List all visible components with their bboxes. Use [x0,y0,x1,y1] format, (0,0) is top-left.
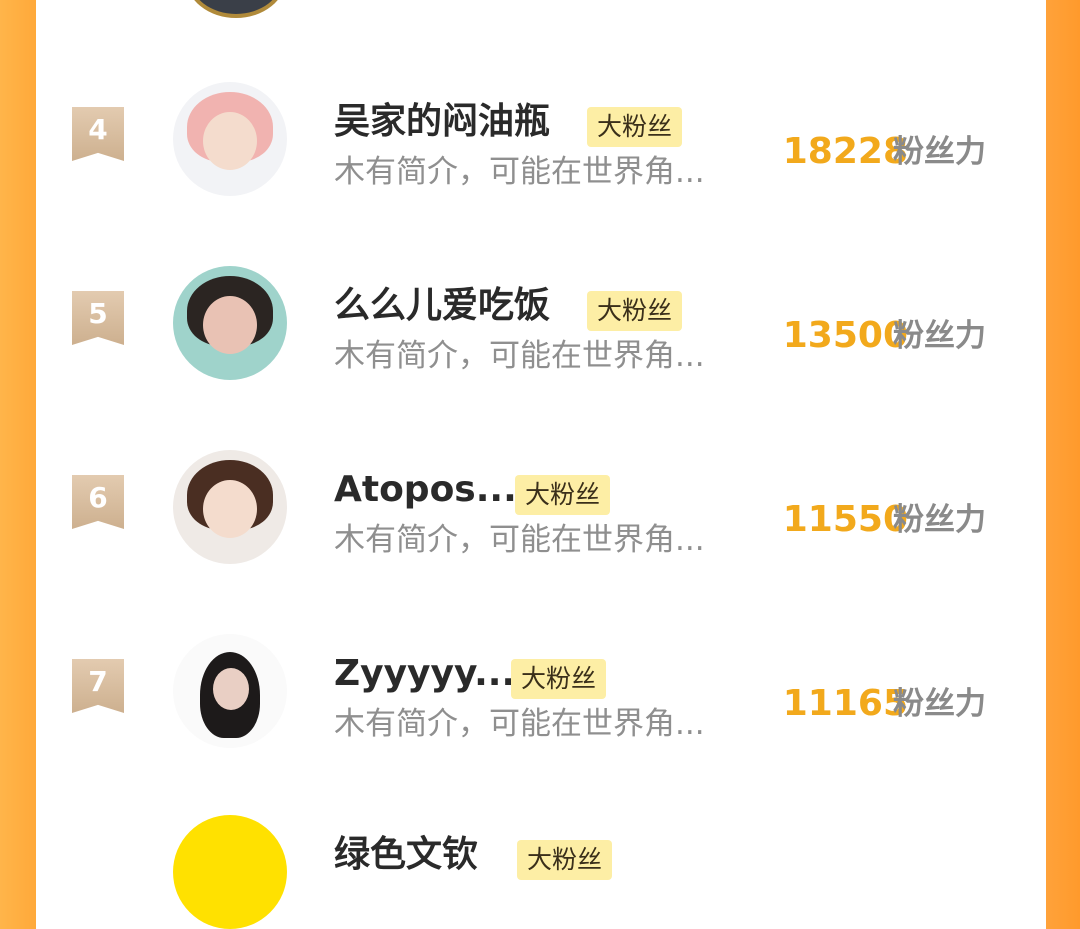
fan-ranking-list: 4 吴家的闷油瓶 大粉丝 木有简介，可能在世界角... 18228 粉丝力 5 … [36,0,1046,929]
fan-level-badge: 大粉丝 [587,291,683,331]
fan-power-unit: 粉丝力 [893,686,986,722]
avatar[interactable] [173,634,287,748]
fan-power-unit: 粉丝力 [893,318,986,354]
list-item[interactable]: 4 吴家的闷油瓶 大粉丝 木有简介，可能在世界角... 18228 粉丝力 [36,55,1046,196]
fan-level-badge: 大粉丝 [511,659,607,699]
user-name[interactable]: 绿色文钦 [334,830,478,880]
list-item[interactable]: 7 Zyyyyy... 大粉丝 木有简介，可能在世界角... 11165 粉丝力 [36,607,1046,748]
avatar[interactable] [173,450,287,564]
user-bio: 木有简介，可能在世界角... [334,706,705,742]
user-bio: 木有简介，可能在世界角... [334,338,705,374]
user-name[interactable]: Atopos... [334,465,517,515]
fan-power-value: 11550 [782,499,908,540]
avatar[interactable] [186,0,286,18]
fan-power-unit: 粉丝力 [893,134,986,170]
list-item[interactable]: 6 Atopos... 大粉丝 木有简介，可能在世界角... 11550 粉丝力 [36,423,1046,564]
fan-level-badge: 大粉丝 [587,107,683,147]
fan-power-value: 13500 [782,315,908,356]
user-bio: 木有简介，可能在世界角... [334,522,705,558]
list-item[interactable]: 5 么么儿爱吃饭 大粉丝 木有简介，可能在世界角... 13500 粉丝力 [36,239,1046,380]
avatar[interactable] [173,815,287,929]
fan-power-value: 11165 [782,683,908,724]
user-bio: 木有简介，可能在世界角... [334,154,705,190]
avatar[interactable] [173,82,287,196]
rank-badge: 6 [72,475,124,529]
rank-badge: 4 [72,107,124,161]
fan-power-value: 18228 [782,131,908,172]
rank-badge: 7 [72,659,124,713]
user-name[interactable]: 么么儿爱吃饭 [334,281,550,331]
fan-level-badge: 大粉丝 [517,840,613,880]
user-name[interactable]: Zyyyyy... [334,649,515,699]
avatar[interactable] [173,266,287,380]
fan-power-unit: 粉丝力 [893,502,986,538]
fan-level-badge: 大粉丝 [515,475,611,515]
rank-badge: 5 [72,291,124,345]
list-item[interactable]: 绿色文钦 大粉丝 [36,788,1046,929]
user-name[interactable]: 吴家的闷油瓶 [334,97,550,147]
